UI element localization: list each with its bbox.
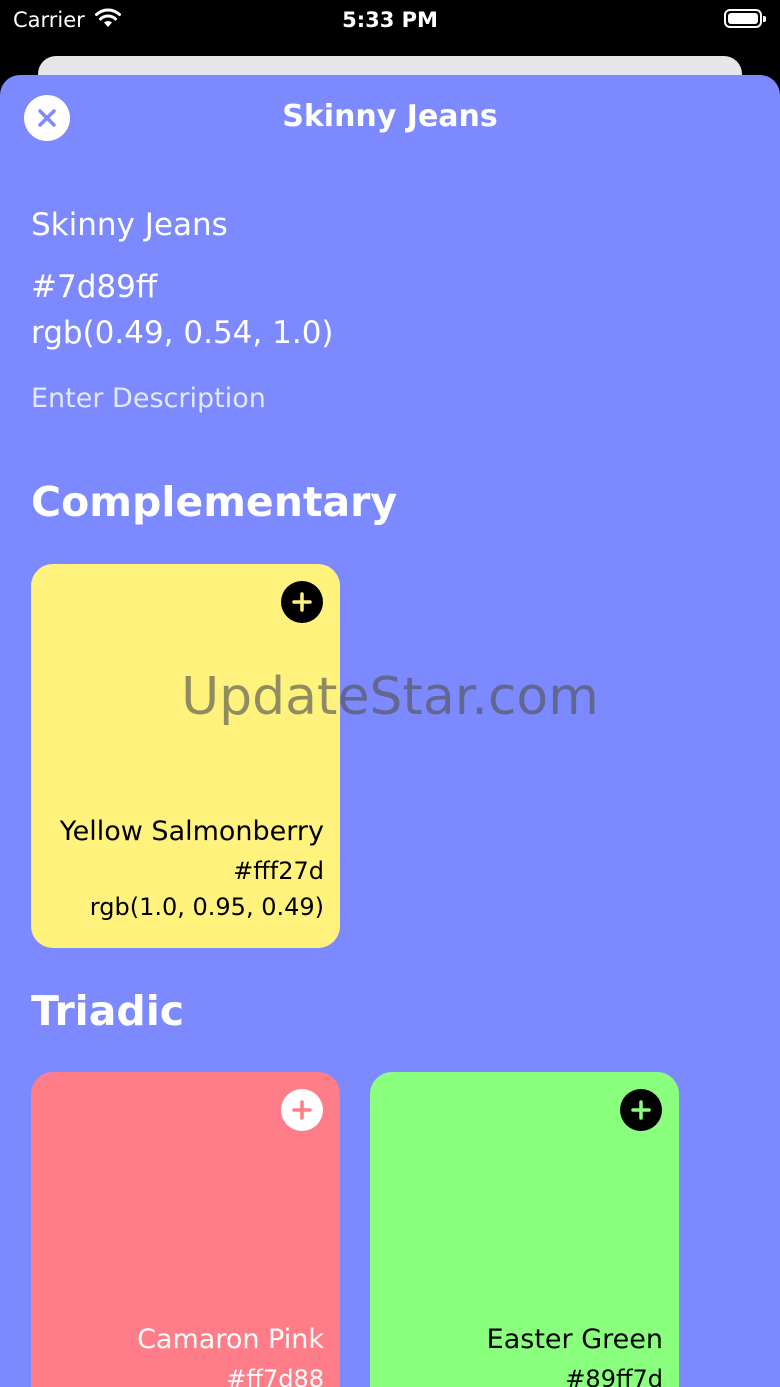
sheet-title: Skinny Jeans bbox=[282, 99, 498, 134]
watermark: UpdateStar.com bbox=[181, 667, 599, 727]
card-color-name: Easter Green bbox=[486, 1324, 663, 1355]
complementary-heading: Complementary bbox=[31, 478, 398, 526]
battery-icon bbox=[724, 9, 766, 28]
plus-icon bbox=[631, 1100, 651, 1120]
color-detail-sheet: Skinny Jeans Skinny Jeans #7d89ff rgb(0.… bbox=[0, 75, 780, 1387]
color-card-easter-green[interactable]: Easter Green #89ff7d bbox=[370, 1072, 679, 1387]
card-color-name: Yellow Salmonberry bbox=[59, 816, 324, 847]
color-rgb: rgb(0.49, 0.54, 1.0) bbox=[31, 315, 334, 351]
card-color-hex: #fff27d bbox=[233, 857, 324, 885]
status-bar: Carrier 5:33 PM bbox=[0, 0, 780, 40]
triadic-heading: Triadic bbox=[31, 987, 185, 1035]
color-card-camaron-pink[interactable]: Camaron Pink #ff7d88 bbox=[31, 1072, 340, 1387]
description-input[interactable]: Enter Description bbox=[31, 383, 266, 414]
add-color-button[interactable] bbox=[620, 1089, 662, 1131]
color-card-yellow-salmonberry[interactable]: Yellow Salmonberry #fff27d rgb(1.0, 0.95… bbox=[31, 564, 340, 948]
color-name: Skinny Jeans bbox=[31, 207, 228, 243]
add-color-button[interactable] bbox=[281, 1089, 323, 1131]
card-color-name: Camaron Pink bbox=[137, 1324, 324, 1355]
card-color-hex: #89ff7d bbox=[565, 1365, 663, 1387]
card-color-hex: #ff7d88 bbox=[226, 1365, 324, 1387]
add-color-button[interactable] bbox=[281, 581, 323, 623]
color-hex: #7d89ff bbox=[31, 269, 158, 305]
clock: 5:33 PM bbox=[342, 8, 438, 32]
plus-icon bbox=[292, 1100, 312, 1120]
plus-icon bbox=[292, 592, 312, 612]
card-color-rgb: rgb(1.0, 0.95, 0.49) bbox=[89, 893, 324, 921]
